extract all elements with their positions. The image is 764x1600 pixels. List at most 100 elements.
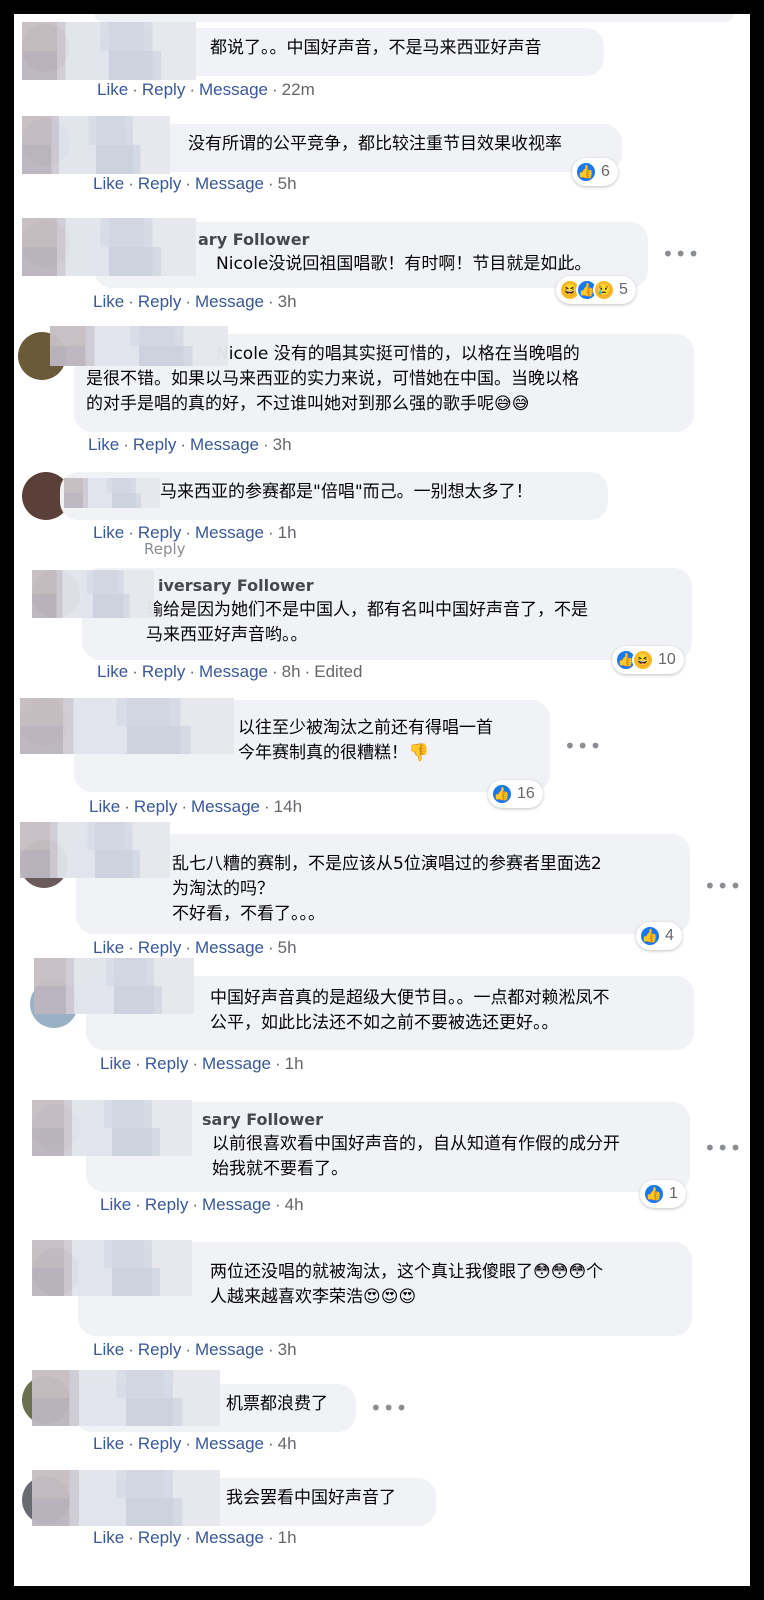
comment-text: 没有所谓的公平竞争，都比较注重节目效果收视率 (188, 134, 562, 154)
comment-actions: Like · Reply · Message · 4h (93, 1434, 297, 1453)
message-link[interactable]: Message (195, 1340, 264, 1359)
like-reaction-icon: 👍 (575, 161, 597, 183)
comment-actions: Like · Reply · Message · 5h (93, 174, 297, 193)
reply-link[interactable]: Reply (142, 80, 185, 99)
message-link[interactable]: Message (195, 938, 264, 957)
comment-bubble: 没有所谓的公平竞争，都比较注重节目效果收视率 (94, 124, 622, 172)
timestamp[interactable]: 5h (278, 174, 297, 193)
redacted-name-blur (50, 326, 228, 366)
reaction-count[interactable]: 👍 16 (488, 780, 543, 808)
redacted-name-blur (32, 570, 154, 618)
reply-link[interactable]: Reply (138, 938, 181, 957)
reply-link[interactable]: Reply (145, 1054, 188, 1073)
like-link[interactable]: Like (93, 174, 124, 193)
comment-actions: Like · Reply · Message · 3h (88, 435, 292, 454)
reply-link-partial[interactable]: Reply (144, 540, 186, 558)
message-link[interactable]: Message (202, 1054, 271, 1073)
reply-link[interactable]: Reply (133, 435, 176, 454)
comment-actions: Like · Reply · Message · 5h (93, 938, 297, 957)
more-options-icon[interactable]: ••• (704, 1136, 742, 1160)
timestamp[interactable]: 3h (278, 1340, 297, 1359)
comment-text: 乱七八糟的赛制，不是应该从5位演唱过的参赛者里面选2 为淘汰的吗？ 不好看，不看… (172, 854, 602, 924)
sad-reaction-icon: 😢 (593, 279, 615, 301)
timestamp[interactable]: 4h (278, 1434, 297, 1453)
redacted-name-blur (64, 478, 160, 508)
reply-link[interactable]: Reply (138, 292, 181, 311)
more-options-icon[interactable]: ••• (704, 874, 742, 898)
message-link[interactable]: Message (202, 1195, 271, 1214)
redacted-name-blur (32, 1240, 192, 1296)
timestamp[interactable]: 3h (278, 292, 297, 311)
edited-label[interactable]: Edited (314, 662, 362, 681)
reaction-count[interactable]: 👍 1 (640, 1180, 686, 1208)
like-link[interactable]: Like (97, 80, 128, 99)
like-reaction-icon: 👍 (639, 925, 661, 947)
like-link[interactable]: Like (93, 292, 124, 311)
comment-actions: Like · Reply · Message · 1h (93, 1528, 297, 1547)
comment-actions: Like · Reply · Message · 3h (93, 1340, 297, 1359)
reply-link[interactable]: Reply (138, 1528, 181, 1547)
redacted-name-blur (20, 822, 170, 878)
like-link[interactable]: Like (93, 1434, 124, 1453)
redacted-name-blur (32, 1370, 220, 1426)
like-link[interactable]: Like (100, 1195, 131, 1214)
message-link[interactable]: Message (195, 292, 264, 311)
more-options-icon[interactable]: ••• (370, 1396, 408, 1420)
like-link[interactable]: Like (88, 435, 119, 454)
redacted-name-blur (22, 116, 170, 174)
like-link[interactable]: Like (93, 1528, 124, 1547)
reply-link[interactable]: Reply (138, 174, 181, 193)
message-link[interactable]: Message (195, 174, 264, 193)
timestamp[interactable]: 5h (278, 938, 297, 957)
comment-actions: Like · Reply · Message · 3h (93, 292, 297, 311)
message-link[interactable]: Message (190, 435, 259, 454)
redacted-name-blur (32, 1470, 220, 1526)
more-options-icon[interactable]: ••• (564, 734, 602, 758)
reply-link[interactable]: Reply (145, 1195, 188, 1214)
message-link[interactable]: Message (195, 1434, 264, 1453)
comment-text: 输给是因为她们不是中国人，都有名叫中国好声音了，不是 马来西亚好声音哟。。 (146, 600, 588, 645)
message-link[interactable]: Message (195, 1528, 264, 1547)
comment-actions: Like · Reply · Message · 8h · Edited (97, 662, 363, 681)
like-link[interactable]: Like (93, 523, 124, 542)
comment-actions: Like · Reply · Message · 4h (100, 1195, 304, 1214)
like-link[interactable]: Like (93, 938, 124, 957)
reaction-count[interactable]: 👍 😆 10 (612, 646, 684, 674)
timestamp[interactable]: 1h (278, 1528, 297, 1547)
redacted-name-blur (20, 698, 234, 754)
comment-bubble: iversary Follower 输给是因为她们不是中国人，都有名叫中国好声音… (82, 568, 692, 660)
like-link[interactable]: Like (93, 1340, 124, 1359)
timestamp[interactable]: 1h (285, 1054, 304, 1073)
timestamp[interactable]: 4h (285, 1195, 304, 1214)
timestamp[interactable]: 8h (282, 662, 301, 681)
timestamp[interactable]: 14h (274, 797, 302, 816)
timestamp[interactable]: 3h (273, 435, 292, 454)
comment-actions: Like · Reply · Message · 1h (100, 1054, 304, 1073)
follower-badge: iversary Follower (158, 576, 314, 595)
timestamp[interactable]: 22m (282, 80, 315, 99)
redacted-name-blur (32, 1100, 192, 1156)
reaction-count[interactable]: 👍 4 (636, 922, 682, 950)
like-link[interactable]: Like (89, 797, 120, 816)
redacted-name-blur (22, 22, 196, 80)
message-link[interactable]: Message (199, 80, 268, 99)
reply-link[interactable]: Reply (138, 1434, 181, 1453)
more-options-icon[interactable]: ••• (662, 242, 700, 266)
message-link[interactable]: Message (191, 797, 260, 816)
reply-link[interactable]: Reply (142, 662, 185, 681)
comment-actions: Like · Reply · Message · 14h (89, 797, 303, 816)
previous-comment-bubble (94, 14, 734, 22)
like-reaction-icon: 👍 (491, 783, 513, 805)
reply-link[interactable]: Reply (134, 797, 177, 816)
reply-link[interactable]: Reply (138, 1340, 181, 1359)
like-link[interactable]: Like (100, 1054, 131, 1073)
timestamp[interactable]: 1h (278, 523, 297, 542)
message-link[interactable]: Message (199, 662, 268, 681)
reaction-count[interactable]: 😆 👍 😢 5 (556, 276, 636, 304)
comment-actions: Like · Reply · Message · 22m (97, 80, 315, 99)
like-link[interactable]: Like (97, 662, 128, 681)
reaction-count[interactable]: 👍 6 (572, 158, 618, 186)
comment-actions: Like · Reply · Message · 1h (93, 523, 297, 542)
message-link[interactable]: Message (195, 523, 264, 542)
like-reaction-icon: 👍 (643, 1183, 665, 1205)
